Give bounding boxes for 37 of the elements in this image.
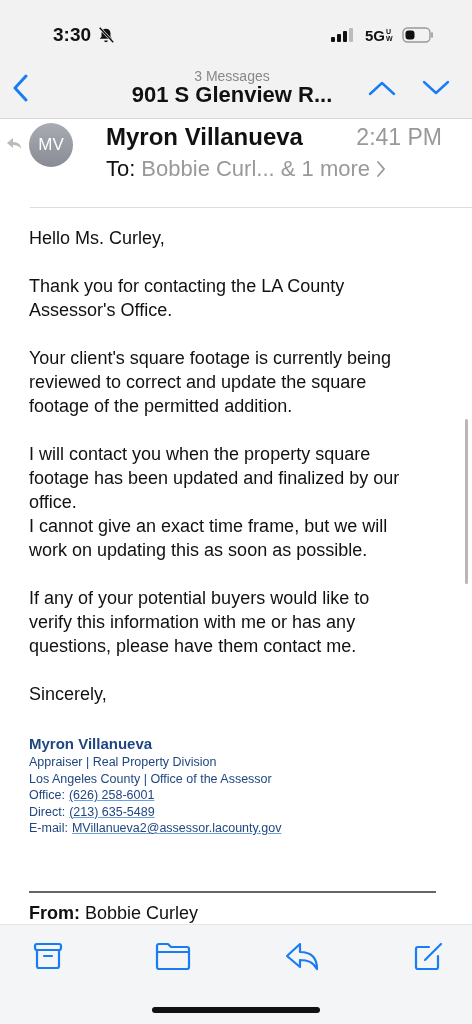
up-chevron-icon[interactable] (368, 80, 396, 96)
down-chevron-icon[interactable] (422, 80, 450, 96)
sender-avatar: MV (29, 123, 73, 167)
to-label: To: (106, 156, 136, 182)
signature-label: E-mail: (29, 820, 68, 837)
signature-label: Office: (29, 787, 65, 804)
chevron-right-icon[interactable] (376, 160, 387, 178)
signature-line: Appraiser | Real Property Division (29, 754, 218, 771)
reply-icon[interactable] (283, 941, 320, 971)
folder-icon[interactable] (155, 941, 192, 971)
replied-icon (6, 137, 22, 151)
network-label: 5G (365, 26, 385, 44)
compose-icon[interactable] (412, 941, 444, 973)
body-paragraph: If any of your potential buyers would like to verify this information with me or has any questions, please have them contact me. (29, 587, 371, 658)
signature-label: Direct: (29, 803, 66, 820)
body-paragraph: I will contact you when the property square footage has been updated and finalized by our office. I cannot give an exact time frame, but we will work on updating this as soon as possible. (29, 443, 401, 562)
signal-icon (331, 28, 353, 42)
archive-icon[interactable] (33, 941, 63, 971)
muted-bell-icon (97, 26, 116, 44)
signature-name: Myron Villanueva (29, 734, 154, 754)
battery-icon (402, 27, 434, 43)
from-label: From: (29, 902, 80, 924)
body-paragraph: Thank you for contacting the LA County Assessor's Office. (29, 275, 346, 322)
signature-line: Los Angeles County | Office of the Assessor (29, 770, 273, 787)
back-icon[interactable] (12, 74, 28, 102)
from-value: Bobbie Curley (85, 902, 199, 924)
signature-link[interactable]: (213) 635-5489 (69, 803, 155, 820)
message-time: 2:41 PM (356, 124, 442, 151)
signature-link[interactable]: (626) 258-6001 (68, 787, 155, 804)
signature-link[interactable]: MVillanueva2@assessor.lacounty.gov (71, 820, 282, 837)
thread-title: 901 S Glenview R... (131, 83, 333, 107)
body-paragraph: Your client's square footage is currently being reviewed to correct and update the square footage of the permitted addition. (29, 347, 392, 418)
body-paragraph: Hello Ms. Curley, (29, 227, 166, 250)
message-count: 3 Messages (194, 69, 270, 83)
status-time: 3:30 (53, 24, 92, 46)
sender-name: Myron Villanueva (106, 123, 303, 151)
body-paragraph: Sincerely, (29, 683, 108, 706)
